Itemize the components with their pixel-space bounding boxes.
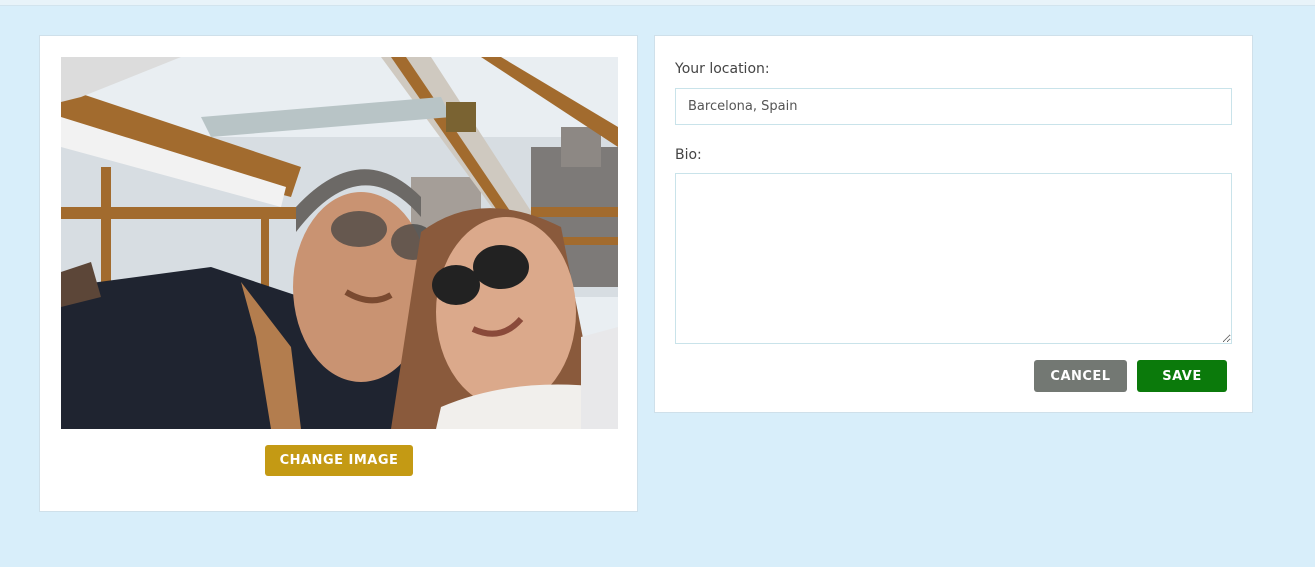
bio-textarea[interactable] xyxy=(675,173,1232,344)
profile-photo-graphic xyxy=(61,57,618,429)
top-strip xyxy=(0,0,1315,6)
location-input[interactable] xyxy=(675,88,1232,125)
bio-label: Bio: xyxy=(675,147,702,163)
location-label: Your location: xyxy=(675,61,770,77)
cancel-button[interactable]: CANCEL xyxy=(1034,360,1127,392)
profile-photo xyxy=(61,57,618,429)
profile-form-card: Your location: Bio: CANCEL SAVE xyxy=(654,35,1253,413)
profile-image-card: CHANGE IMAGE xyxy=(39,35,638,512)
change-image-button[interactable]: CHANGE IMAGE xyxy=(265,445,413,476)
save-button[interactable]: SAVE xyxy=(1137,360,1227,392)
